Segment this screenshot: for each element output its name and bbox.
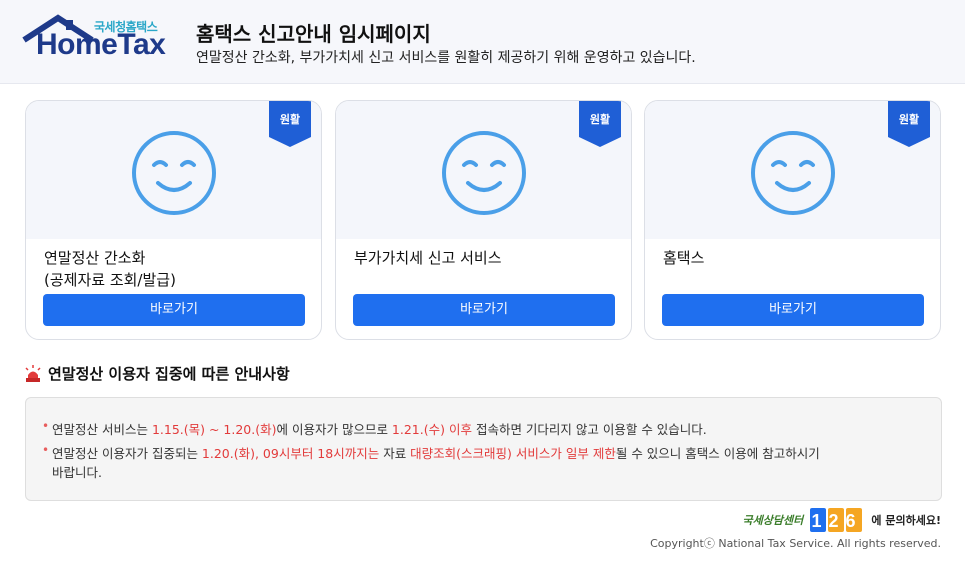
highlight-peak-time: 1.20.(화), 09시부터 18시까지는	[201, 446, 380, 461]
page-title: 홈택스 신고안내 임시페이지	[196, 22, 431, 46]
service-card-year-end-settlement: 원활 연말정산 간소화 (공제자료 조회/발급) 바로가기	[25, 100, 322, 340]
highlight-after-date: 1.21.(수) 이후	[391, 422, 472, 437]
copyright-text: Copyrightⓒ National Tax Service. All rig…	[650, 537, 941, 550]
status-badge-label: 원활	[898, 113, 920, 126]
card-title-line1: 부가가치세 신고 서비스	[354, 249, 502, 267]
go-button-year-end-settlement[interactable]: 바로가기	[43, 294, 305, 326]
card-title-line1: 홈택스	[663, 249, 705, 267]
cs-center-label: 국세상담센터	[742, 514, 804, 527]
page-subtitle: 연말정산 간소화, 부가가치세 신고 서비스를 원활히 제공하기 위해 운영하고…	[196, 50, 696, 66]
status-badge-label: 원활	[279, 113, 301, 126]
highlight-restriction: 대량조회(스크래핑) 서비스가 일부 제한	[410, 446, 616, 461]
notice-box: • 연말정산 서비스는 1.15.(목) ~ 1.20.(화)에 이용자가 많으…	[25, 397, 942, 501]
go-button-hometax[interactable]: 바로가기	[662, 294, 924, 326]
smile-icon	[751, 131, 835, 215]
card-title: 홈택스	[663, 247, 704, 269]
cs-contact-label: 에 문의하세요!	[871, 514, 941, 527]
customer-service-banner: 국세상담센터 126 에 문의하세요!	[742, 508, 941, 532]
card-title: 연말정산 간소화 (공제자료 조회/발급)	[44, 247, 176, 291]
status-badge: 원활	[579, 101, 621, 147]
cs-number-badge: 126	[810, 508, 863, 532]
status-badge: 원활	[269, 101, 311, 147]
card-title: 부가가치세 신고 서비스	[354, 247, 502, 269]
service-card-vat-filing: 원활 부가가치세 신고 서비스 바로가기	[335, 100, 632, 340]
cs-number: 126	[812, 511, 863, 531]
card-title-line1: 연말정산 간소화	[44, 249, 146, 267]
card-title-line2: (공제자료 조회/발급)	[44, 271, 176, 289]
status-badge-label: 원활	[589, 113, 611, 126]
siren-icon	[25, 365, 41, 382]
bullet-dot-icon: •	[42, 443, 50, 457]
smile-icon	[442, 131, 526, 215]
go-button-vat-filing[interactable]: 바로가기	[353, 294, 615, 326]
highlight-dates: 1.15.(목) ~ 1.20.(화)	[151, 422, 277, 437]
notice-title: 연말정산 이용자 집중에 따른 안내사항	[48, 365, 290, 383]
service-card-hometax: 원활 홈택스 바로가기	[644, 100, 941, 340]
hometax-logo[interactable]: 국세청홈택스 HomeTax	[22, 14, 172, 64]
bullet-dot-icon: •	[42, 419, 50, 433]
smile-icon	[132, 131, 216, 215]
logo-wordmark: HomeTax	[36, 28, 166, 61]
status-badge: 원활	[888, 101, 930, 147]
page-header: 국세청홈택스 HomeTax 홈택스 신고안내 임시페이지 연말정산 간소화, …	[0, 0, 965, 84]
